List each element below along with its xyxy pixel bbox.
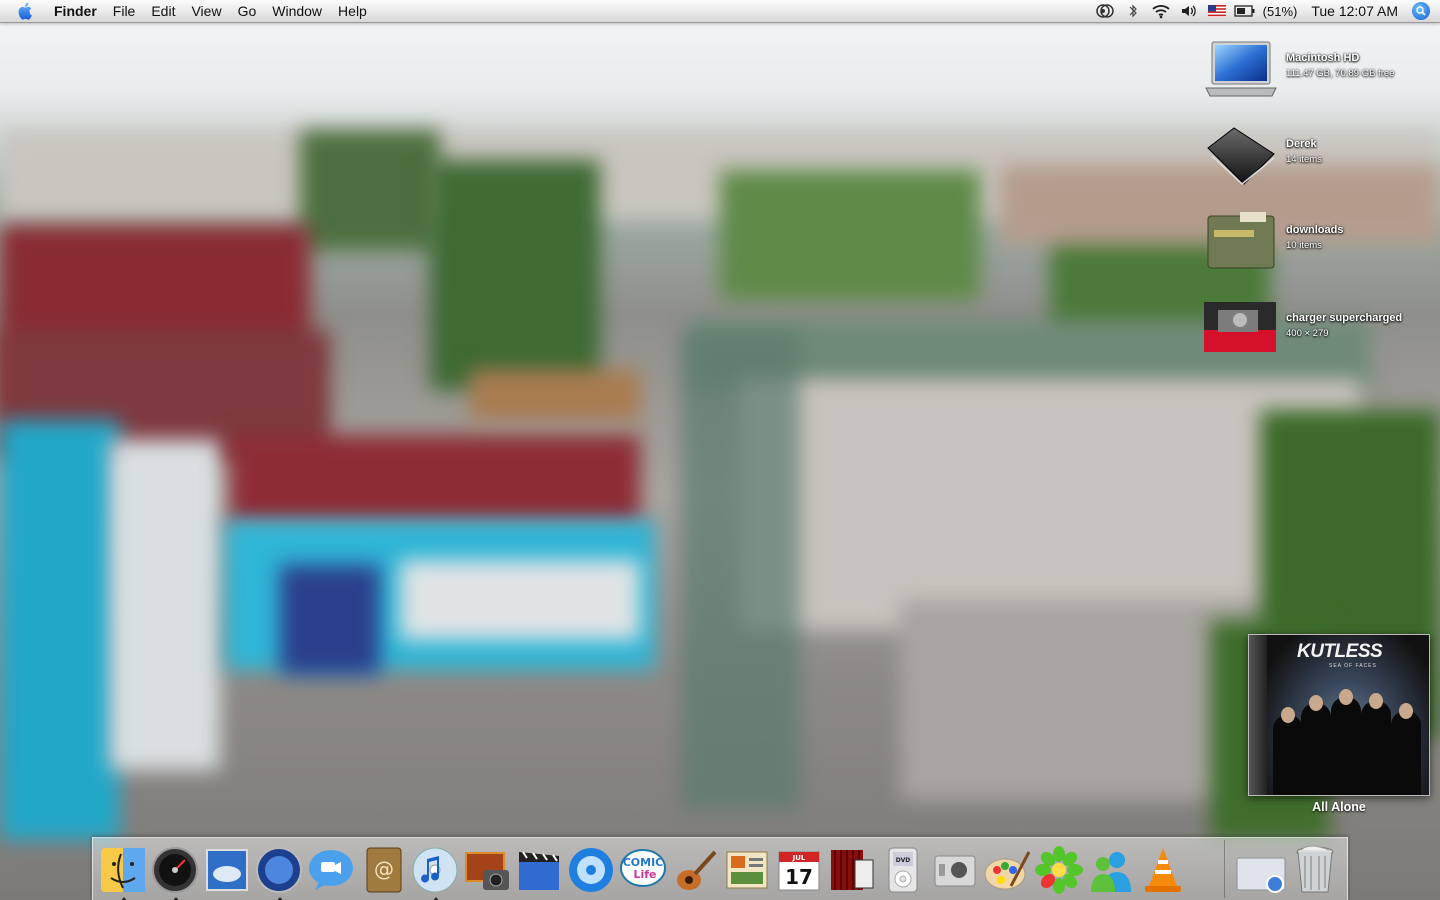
front-row-icon bbox=[831, 850, 874, 890]
now-playing-track: All Alone bbox=[1312, 800, 1366, 814]
dock-weather[interactable] bbox=[201, 844, 253, 896]
dock-dvd-player[interactable] bbox=[565, 844, 617, 896]
ical-day: 17 bbox=[785, 865, 813, 889]
svg-text:@: @ bbox=[374, 857, 394, 881]
album-subtitle: SEA OF FACES bbox=[1329, 663, 1377, 669]
ical-icon: JUL 17 bbox=[778, 851, 820, 891]
dock-iphoto[interactable] bbox=[461, 844, 513, 896]
iweb-icon bbox=[726, 851, 768, 889]
dock-iweb[interactable] bbox=[721, 844, 773, 896]
album-band-name: KUTLESS bbox=[1297, 641, 1383, 662]
dock-separator bbox=[1224, 840, 1225, 898]
volume-icon[interactable] bbox=[1178, 0, 1200, 22]
time-machine-icon[interactable] bbox=[1094, 0, 1116, 22]
dock-ical[interactable]: JUL 17 bbox=[773, 844, 825, 896]
dock-boot-camp[interactable] bbox=[929, 844, 981, 896]
dock-spaces[interactable] bbox=[253, 844, 305, 900]
address-book-icon: @ bbox=[366, 847, 402, 893]
menu-view[interactable]: View bbox=[183, 0, 229, 22]
dock-front-row[interactable] bbox=[825, 844, 877, 896]
desktop-icon-info: 111.47 GB, 70.89 GB free bbox=[1286, 68, 1395, 79]
album-cover: KUTLESS SEA OF FACES bbox=[1267, 635, 1429, 795]
menu-file[interactable]: File bbox=[105, 0, 144, 22]
dock-finder[interactable] bbox=[97, 844, 149, 900]
paint-icon bbox=[984, 851, 1031, 890]
dock-downloads-stack[interactable] bbox=[1235, 844, 1287, 896]
dock-ichat[interactable] bbox=[305, 844, 357, 896]
dock-vlc[interactable] bbox=[1137, 844, 1189, 896]
dock-trash[interactable] bbox=[1289, 844, 1341, 896]
desktop-icon-label: Derek bbox=[1286, 138, 1317, 150]
dock-paint[interactable] bbox=[981, 844, 1033, 896]
dock-msn-messenger[interactable] bbox=[1085, 844, 1137, 896]
desktop-icon-macintosh-hd[interactable]: Macintosh HD 111.47 GB, 70.89 GB free bbox=[1204, 40, 1434, 100]
black-folder-icon bbox=[1204, 126, 1278, 186]
desktop-icon-downloads[interactable]: downloads 10 items bbox=[1204, 212, 1434, 272]
menu-go[interactable]: Go bbox=[230, 0, 265, 22]
imovie-icon bbox=[519, 851, 559, 890]
menu-help[interactable]: Help bbox=[330, 0, 375, 22]
comic-life-icon: COMICLife bbox=[620, 849, 666, 887]
menu-bar: Finder File Edit View Go Window Help (51… bbox=[0, 0, 1440, 23]
dock-ipod[interactable]: DVD bbox=[877, 844, 929, 896]
battery-percent: (51%) bbox=[1262, 3, 1298, 19]
dvd-player-icon bbox=[569, 848, 613, 892]
ichat-icon bbox=[309, 850, 353, 890]
desktop-icon-info: 400 × 279 bbox=[1286, 328, 1329, 339]
green-folder-icon bbox=[1204, 212, 1278, 272]
stack-folder-icon bbox=[1236, 857, 1286, 893]
image-thumbnail-icon bbox=[1204, 300, 1278, 360]
dock-address-book[interactable]: @ bbox=[357, 844, 409, 896]
iphoto-icon bbox=[465, 852, 509, 890]
desktop-icon-label: Macintosh HD bbox=[1286, 52, 1360, 64]
vlc-icon bbox=[1145, 848, 1181, 892]
msn-messenger-icon bbox=[1091, 852, 1131, 892]
bluetooth-icon[interactable] bbox=[1122, 0, 1144, 22]
spaces-icon bbox=[256, 847, 302, 893]
laptop-drive-icon bbox=[1204, 40, 1278, 100]
battery-icon[interactable] bbox=[1234, 0, 1256, 22]
dock-imovie[interactable] bbox=[513, 844, 565, 896]
desktop-icon-info: 10 items bbox=[1286, 240, 1322, 251]
ipod-label: DVD bbox=[896, 857, 911, 864]
icq-icon bbox=[1035, 846, 1083, 894]
menu-window[interactable]: Window bbox=[264, 0, 330, 22]
itunes-icon bbox=[412, 847, 458, 893]
menu-app-finder[interactable]: Finder bbox=[46, 0, 105, 22]
dock: @ COMIC Life JUL 17 DVD bbox=[92, 837, 1348, 900]
dock-itunes[interactable] bbox=[409, 844, 461, 900]
garageband-icon bbox=[677, 850, 717, 890]
menu-clock[interactable]: Tue 12:07 AM bbox=[1311, 3, 1398, 19]
finder-icon bbox=[101, 848, 145, 892]
dock-dashboard[interactable] bbox=[149, 844, 201, 900]
ical-month: JUL bbox=[792, 854, 806, 862]
menu-edit[interactable]: Edit bbox=[143, 0, 183, 22]
weather-icon bbox=[206, 849, 248, 891]
dock-garageband[interactable] bbox=[669, 844, 721, 896]
desktop-icon-label: downloads bbox=[1286, 224, 1344, 236]
ipod-icon: DVD bbox=[888, 847, 918, 893]
us-flag-input-icon[interactable] bbox=[1206, 0, 1228, 22]
desktop-icon-info: 14 items bbox=[1286, 154, 1322, 165]
dock-icq[interactable] bbox=[1033, 844, 1085, 896]
desktop-icon-label: charger supercharged bbox=[1286, 312, 1403, 324]
album-art-widget[interactable]: KUTLESS SEA OF FACES bbox=[1248, 634, 1430, 796]
boot-camp-icon bbox=[934, 855, 976, 887]
dashboard-icon bbox=[152, 847, 198, 893]
svg-text:Life: Life bbox=[633, 868, 656, 881]
spotlight-icon[interactable] bbox=[1412, 2, 1430, 20]
cd-case-spine bbox=[1249, 635, 1267, 795]
desktop-icon-charger-supercharged[interactable]: charger supercharged 400 × 279 bbox=[1204, 300, 1434, 360]
dock-comic-life[interactable]: COMIC Life bbox=[617, 844, 669, 896]
wifi-icon[interactable] bbox=[1150, 0, 1172, 22]
desktop-icon-derek[interactable]: Derek 14 items bbox=[1204, 126, 1434, 186]
apple-menu-icon[interactable] bbox=[18, 2, 34, 20]
trash-icon bbox=[1296, 845, 1334, 893]
